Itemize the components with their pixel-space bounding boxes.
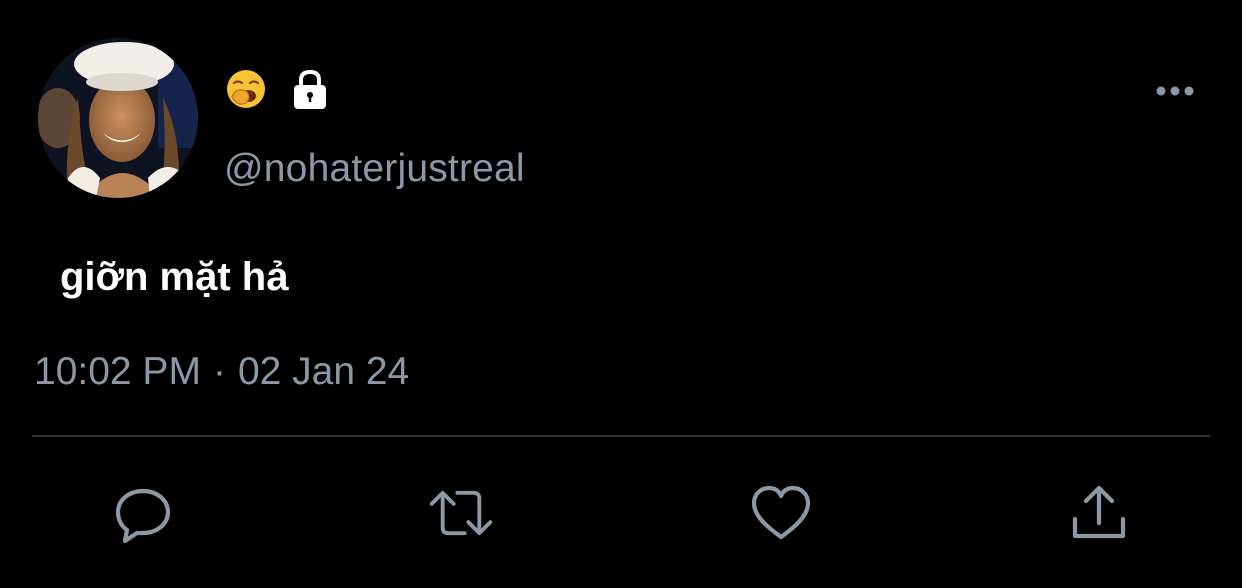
more-options-button[interactable] [1150,78,1200,104]
divider [32,435,1210,437]
avatar-image [38,38,198,198]
meta-separator: · [212,350,226,393]
tweet-time: 10:02 PM [34,350,201,393]
tweet-text: giỡn mặt hả [60,255,289,299]
more-horizontal-icon [1156,86,1194,96]
tweet-timestamp[interactable]: 10:02 PM · 02 Jan 24 [34,348,409,396]
tweet-date: 02 Jan 24 [237,350,410,393]
share-button[interactable] [1066,480,1132,546]
share-icon [1072,485,1126,539]
user-handle[interactable]: @nohaterjustreal [224,146,525,192]
heart-icon [751,485,811,540]
retweet-icon [429,490,493,536]
display-name-row [224,66,332,112]
yawning-face-emoji [227,70,265,108]
reply-button[interactable] [110,480,176,546]
reply-icon [115,488,171,543]
retweet-button[interactable] [428,480,494,546]
like-button[interactable] [748,480,814,546]
avatar[interactable] [38,38,198,198]
lock-icon [294,69,326,109]
